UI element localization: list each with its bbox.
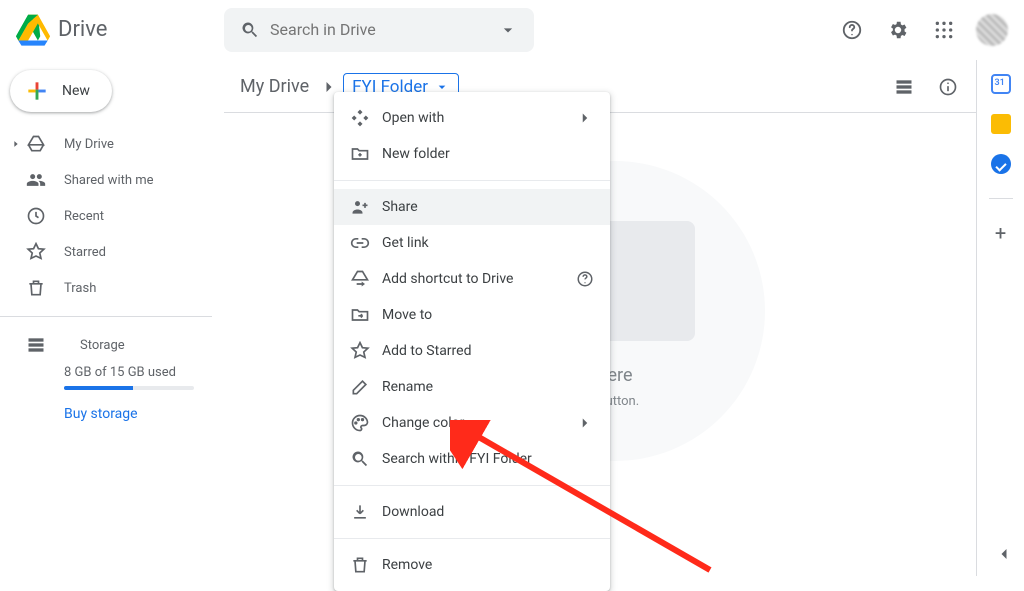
sidebar-item-storage[interactable]: Storage (24, 327, 200, 363)
keep-app-icon[interactable] (991, 114, 1011, 134)
search-bar[interactable] (224, 8, 534, 52)
buy-storage-link[interactable]: Buy storage (64, 406, 200, 422)
breadcrumb-root[interactable]: My Drive (234, 72, 315, 101)
side-panel: + (976, 60, 1024, 576)
sidebar-item-my-drive[interactable]: My Drive (0, 126, 224, 162)
drive-logo-icon (16, 13, 50, 47)
calendar-app-icon[interactable] (991, 74, 1011, 94)
link-icon (350, 233, 382, 253)
menu-label: Share (382, 199, 418, 215)
drive-logo[interactable]: Drive (16, 13, 224, 47)
new-folder-icon (350, 144, 382, 164)
apps-grid-icon[interactable] (924, 10, 964, 50)
menu-search-within[interactable]: Search within FYI Folder (334, 441, 610, 477)
palette-icon (350, 413, 382, 433)
menu-open-with[interactable]: Open with (334, 100, 610, 136)
menu-label: Open with (382, 110, 444, 126)
sidebar-item-label: Starred (64, 245, 106, 260)
menu-add-shortcut[interactable]: Add shortcut to Drive (334, 261, 610, 297)
menu-new-folder[interactable]: New folder (334, 136, 610, 172)
app-header: Drive (0, 0, 1024, 60)
details-info-icon[interactable] (928, 67, 968, 107)
rename-icon (350, 377, 382, 397)
star-icon (350, 341, 382, 361)
search-icon[interactable] (230, 10, 270, 50)
menu-label: Search within FYI Folder (382, 451, 532, 467)
add-addons-icon[interactable]: + (995, 223, 1006, 243)
menu-label: New folder (382, 146, 450, 162)
storage-used-text: 8 GB of 15 GB used (64, 365, 200, 380)
menu-label: Remove (382, 557, 432, 573)
trash-icon (24, 278, 48, 298)
layout-toggle-icon[interactable] (884, 67, 924, 107)
header-actions (832, 10, 1008, 50)
storage-icon (24, 335, 48, 355)
star-icon (24, 242, 48, 262)
storage-progress-bar (64, 386, 194, 390)
sidebar-item-recent[interactable]: Recent (0, 198, 224, 234)
menu-label: Download (382, 504, 444, 520)
menu-change-color[interactable]: Change color (334, 405, 610, 441)
new-button-label: New (62, 83, 90, 99)
menu-rename[interactable]: Rename (334, 369, 610, 405)
menu-label: Move to (382, 307, 432, 323)
recent-icon (24, 206, 48, 226)
move-to-icon (350, 305, 382, 325)
sidebar-item-starred[interactable]: Starred (0, 234, 224, 270)
settings-gear-icon[interactable] (878, 10, 918, 50)
menu-download[interactable]: Download (334, 494, 610, 530)
support-icon[interactable] (832, 10, 872, 50)
menu-get-link[interactable]: Get link (334, 225, 610, 261)
sidebar-item-trash[interactable]: Trash (0, 270, 224, 306)
expand-arrow-icon[interactable] (8, 139, 24, 149)
sidebar: New My Drive Shared with me Recent Starr… (0, 60, 224, 576)
search-input[interactable] (270, 20, 488, 39)
sidebar-item-shared[interactable]: Shared with me (0, 162, 224, 198)
search-options-dropdown-icon[interactable] (488, 10, 528, 50)
sidebar-item-label: Shared with me (64, 173, 154, 188)
menu-label: Rename (382, 379, 433, 395)
drive-logo-text: Drive (58, 17, 107, 42)
menu-label: Add to Starred (382, 343, 471, 359)
account-avatar[interactable] (976, 14, 1008, 46)
menu-label: Change color (382, 415, 464, 431)
menu-add-starred[interactable]: Add to Starred (334, 333, 610, 369)
new-button[interactable]: New (10, 70, 112, 112)
plus-icon (24, 78, 50, 104)
help-icon[interactable] (576, 270, 594, 288)
open-with-icon (350, 108, 382, 128)
trash-icon (350, 555, 382, 575)
menu-share[interactable]: Share (334, 189, 610, 225)
menu-remove[interactable]: Remove (334, 547, 610, 583)
storage-section: Storage 8 GB of 15 GB used Buy storage (0, 327, 224, 422)
folder-context-menu: Open with New folder Share Get link Add … (334, 92, 610, 591)
sidebar-item-label: Recent (64, 209, 104, 224)
menu-label: Add shortcut to Drive (382, 271, 513, 287)
storage-label: Storage (80, 338, 125, 353)
shortcut-icon (350, 269, 382, 289)
search-icon (350, 449, 382, 469)
menu-move-to[interactable]: Move to (334, 297, 610, 333)
menu-label: Get link (382, 235, 429, 251)
tasks-app-icon[interactable] (991, 154, 1011, 174)
download-icon (350, 502, 382, 522)
chevron-right-icon (576, 109, 594, 127)
my-drive-icon (24, 134, 48, 154)
sidebar-item-label: Trash (64, 281, 96, 296)
chevron-right-icon (576, 414, 594, 432)
shared-icon (24, 170, 48, 190)
sidebar-item-label: My Drive (64, 137, 114, 152)
share-icon (350, 197, 382, 217)
hide-side-panel-icon[interactable] (994, 544, 1014, 564)
